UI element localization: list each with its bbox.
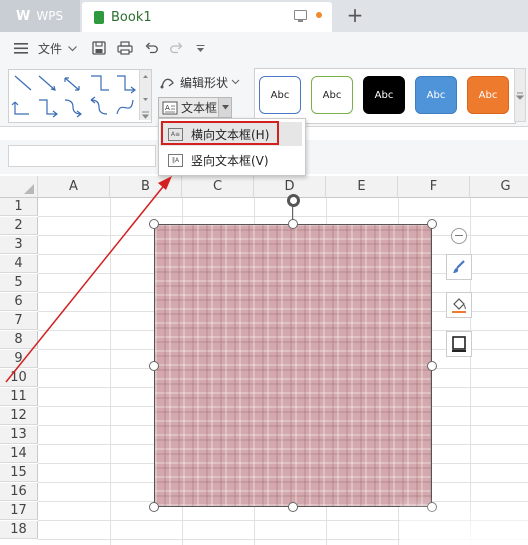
- row-header[interactable]: 18: [0, 521, 38, 539]
- edit-shape-icon: [160, 78, 174, 89]
- chevron-down-icon[interactable]: [68, 46, 77, 52]
- row-header[interactable]: 8: [0, 331, 38, 349]
- row-header[interactable]: 14: [0, 445, 38, 463]
- row-header[interactable]: 12: [0, 407, 38, 425]
- new-tab-plus-icon[interactable]: +: [344, 4, 366, 26]
- monitor-icon[interactable]: [294, 10, 307, 22]
- style-option-label: Abc: [322, 89, 342, 101]
- highlight-box: [161, 121, 279, 145]
- column-header[interactable]: C: [182, 176, 254, 198]
- unsaved-dot-icon: [316, 12, 322, 18]
- row-header[interactable]: 10: [0, 369, 38, 387]
- resize-handle-top-left[interactable]: [149, 219, 159, 229]
- print-icon[interactable]: [117, 41, 133, 55]
- line-gallery-scrollbar[interactable]: [139, 70, 151, 120]
- redo-icon[interactable]: [170, 42, 183, 54]
- edit-shape-label: 编辑形状: [180, 75, 229, 90]
- gallery-arrows-icon: [141, 75, 150, 119]
- style-option-5[interactable]: Abc: [467, 76, 509, 114]
- column-header[interactable]: B: [110, 176, 182, 198]
- wps-home-tab[interactable]: W WPS: [0, 0, 80, 32]
- vertical-textbox-icon: ‖A: [168, 153, 183, 167]
- column-header[interactable]: E: [326, 176, 398, 198]
- row-header[interactable]: 3: [0, 236, 38, 254]
- style-gallery-scrollbar[interactable]: [514, 68, 526, 122]
- select-all-icon: [24, 184, 34, 194]
- edit-shape-button[interactable]: 编辑形状: [160, 74, 240, 90]
- shape-outline-button[interactable]: [446, 331, 472, 357]
- row-header[interactable]: 13: [0, 426, 38, 444]
- row-header[interactable]: 7: [0, 312, 38, 330]
- row-header[interactable]: 6: [0, 293, 38, 311]
- spreadsheet-doc-icon: [94, 10, 104, 24]
- style-option-label: Abc: [270, 89, 290, 101]
- resize-handle-bottom[interactable]: [288, 502, 298, 512]
- style-option-label: Abc: [426, 89, 446, 101]
- rotate-handle[interactable]: [287, 194, 300, 207]
- select-all-corner[interactable]: [0, 176, 38, 198]
- column-header[interactable]: F: [398, 176, 470, 198]
- grid-line: [110, 198, 111, 545]
- save-icon[interactable]: [92, 41, 106, 55]
- shape-fill-button[interactable]: [446, 292, 472, 318]
- menu-icon[interactable]: [14, 43, 28, 54]
- style-option-2[interactable]: Abc: [311, 76, 353, 114]
- menu-bar: [0, 32, 528, 65]
- grid-line: [38, 216, 528, 217]
- fill-bucket-icon: [452, 298, 466, 313]
- brush-icon: [453, 260, 465, 273]
- style-option-4[interactable]: Abc: [415, 76, 457, 114]
- vertical-textbox-label: 竖向文本框(V): [191, 153, 269, 168]
- wps-tab-label: WPS: [36, 9, 64, 23]
- resize-handle-top-right[interactable]: [427, 219, 437, 229]
- resize-handle-left[interactable]: [149, 361, 159, 371]
- textbox-icon: A: [162, 101, 178, 114]
- svg-text:A: A: [165, 104, 170, 112]
- name-box[interactable]: [8, 145, 156, 167]
- row-header[interactable]: 11: [0, 388, 38, 406]
- style-option-1[interactable]: Abc: [259, 76, 301, 114]
- selected-shape[interactable]: [154, 224, 432, 507]
- resize-handle-top[interactable]: [288, 219, 298, 229]
- row-header[interactable]: 2: [0, 217, 38, 235]
- row-header[interactable]: 1: [0, 198, 38, 216]
- wps-logo-icon: W: [16, 8, 31, 24]
- row-header[interactable]: 17: [0, 502, 38, 520]
- file-menu[interactable]: 文件: [36, 40, 64, 58]
- undo-icon[interactable]: [145, 42, 158, 54]
- outline-icon: [452, 336, 466, 352]
- textbox-label: 文本框: [181, 101, 218, 115]
- chevron-down-icon: [231, 79, 240, 85]
- row-header[interactable]: 5: [0, 274, 38, 292]
- line-shapes-icon[interactable]: [9, 70, 139, 122]
- vertical-textbox-item[interactable]: ‖A 竖向文本框(V): [160, 148, 302, 172]
- chevron-down-icon: [221, 105, 229, 110]
- document-tab-label: Book1: [111, 9, 152, 25]
- shape-style-button[interactable]: [446, 254, 472, 280]
- style-option-label: Abc: [374, 89, 394, 101]
- more-icon[interactable]: [196, 45, 205, 53]
- gallery-arrows-icon: [515, 92, 525, 100]
- row-header[interactable]: 4: [0, 255, 38, 273]
- column-header[interactable]: G: [470, 176, 528, 198]
- row-header[interactable]: 15: [0, 464, 38, 482]
- textbox-button[interactable]: A 文本框: [158, 97, 232, 118]
- collapse-toolbar-button[interactable]: [451, 228, 467, 244]
- line-shapes-gallery[interactable]: [8, 69, 152, 123]
- style-option-label: Abc: [478, 89, 498, 101]
- column-header[interactable]: A: [38, 176, 110, 198]
- resize-handle-right[interactable]: [427, 361, 437, 371]
- style-option-3[interactable]: Abc: [363, 76, 405, 114]
- resize-handle-bottom-left[interactable]: [149, 502, 159, 512]
- row-header[interactable]: 9: [0, 350, 38, 368]
- watermark: [400, 497, 528, 545]
- textbox-dropdown-toggle[interactable]: [218, 98, 231, 117]
- row-header[interactable]: 16: [0, 483, 38, 501]
- grid-line: [470, 198, 471, 545]
